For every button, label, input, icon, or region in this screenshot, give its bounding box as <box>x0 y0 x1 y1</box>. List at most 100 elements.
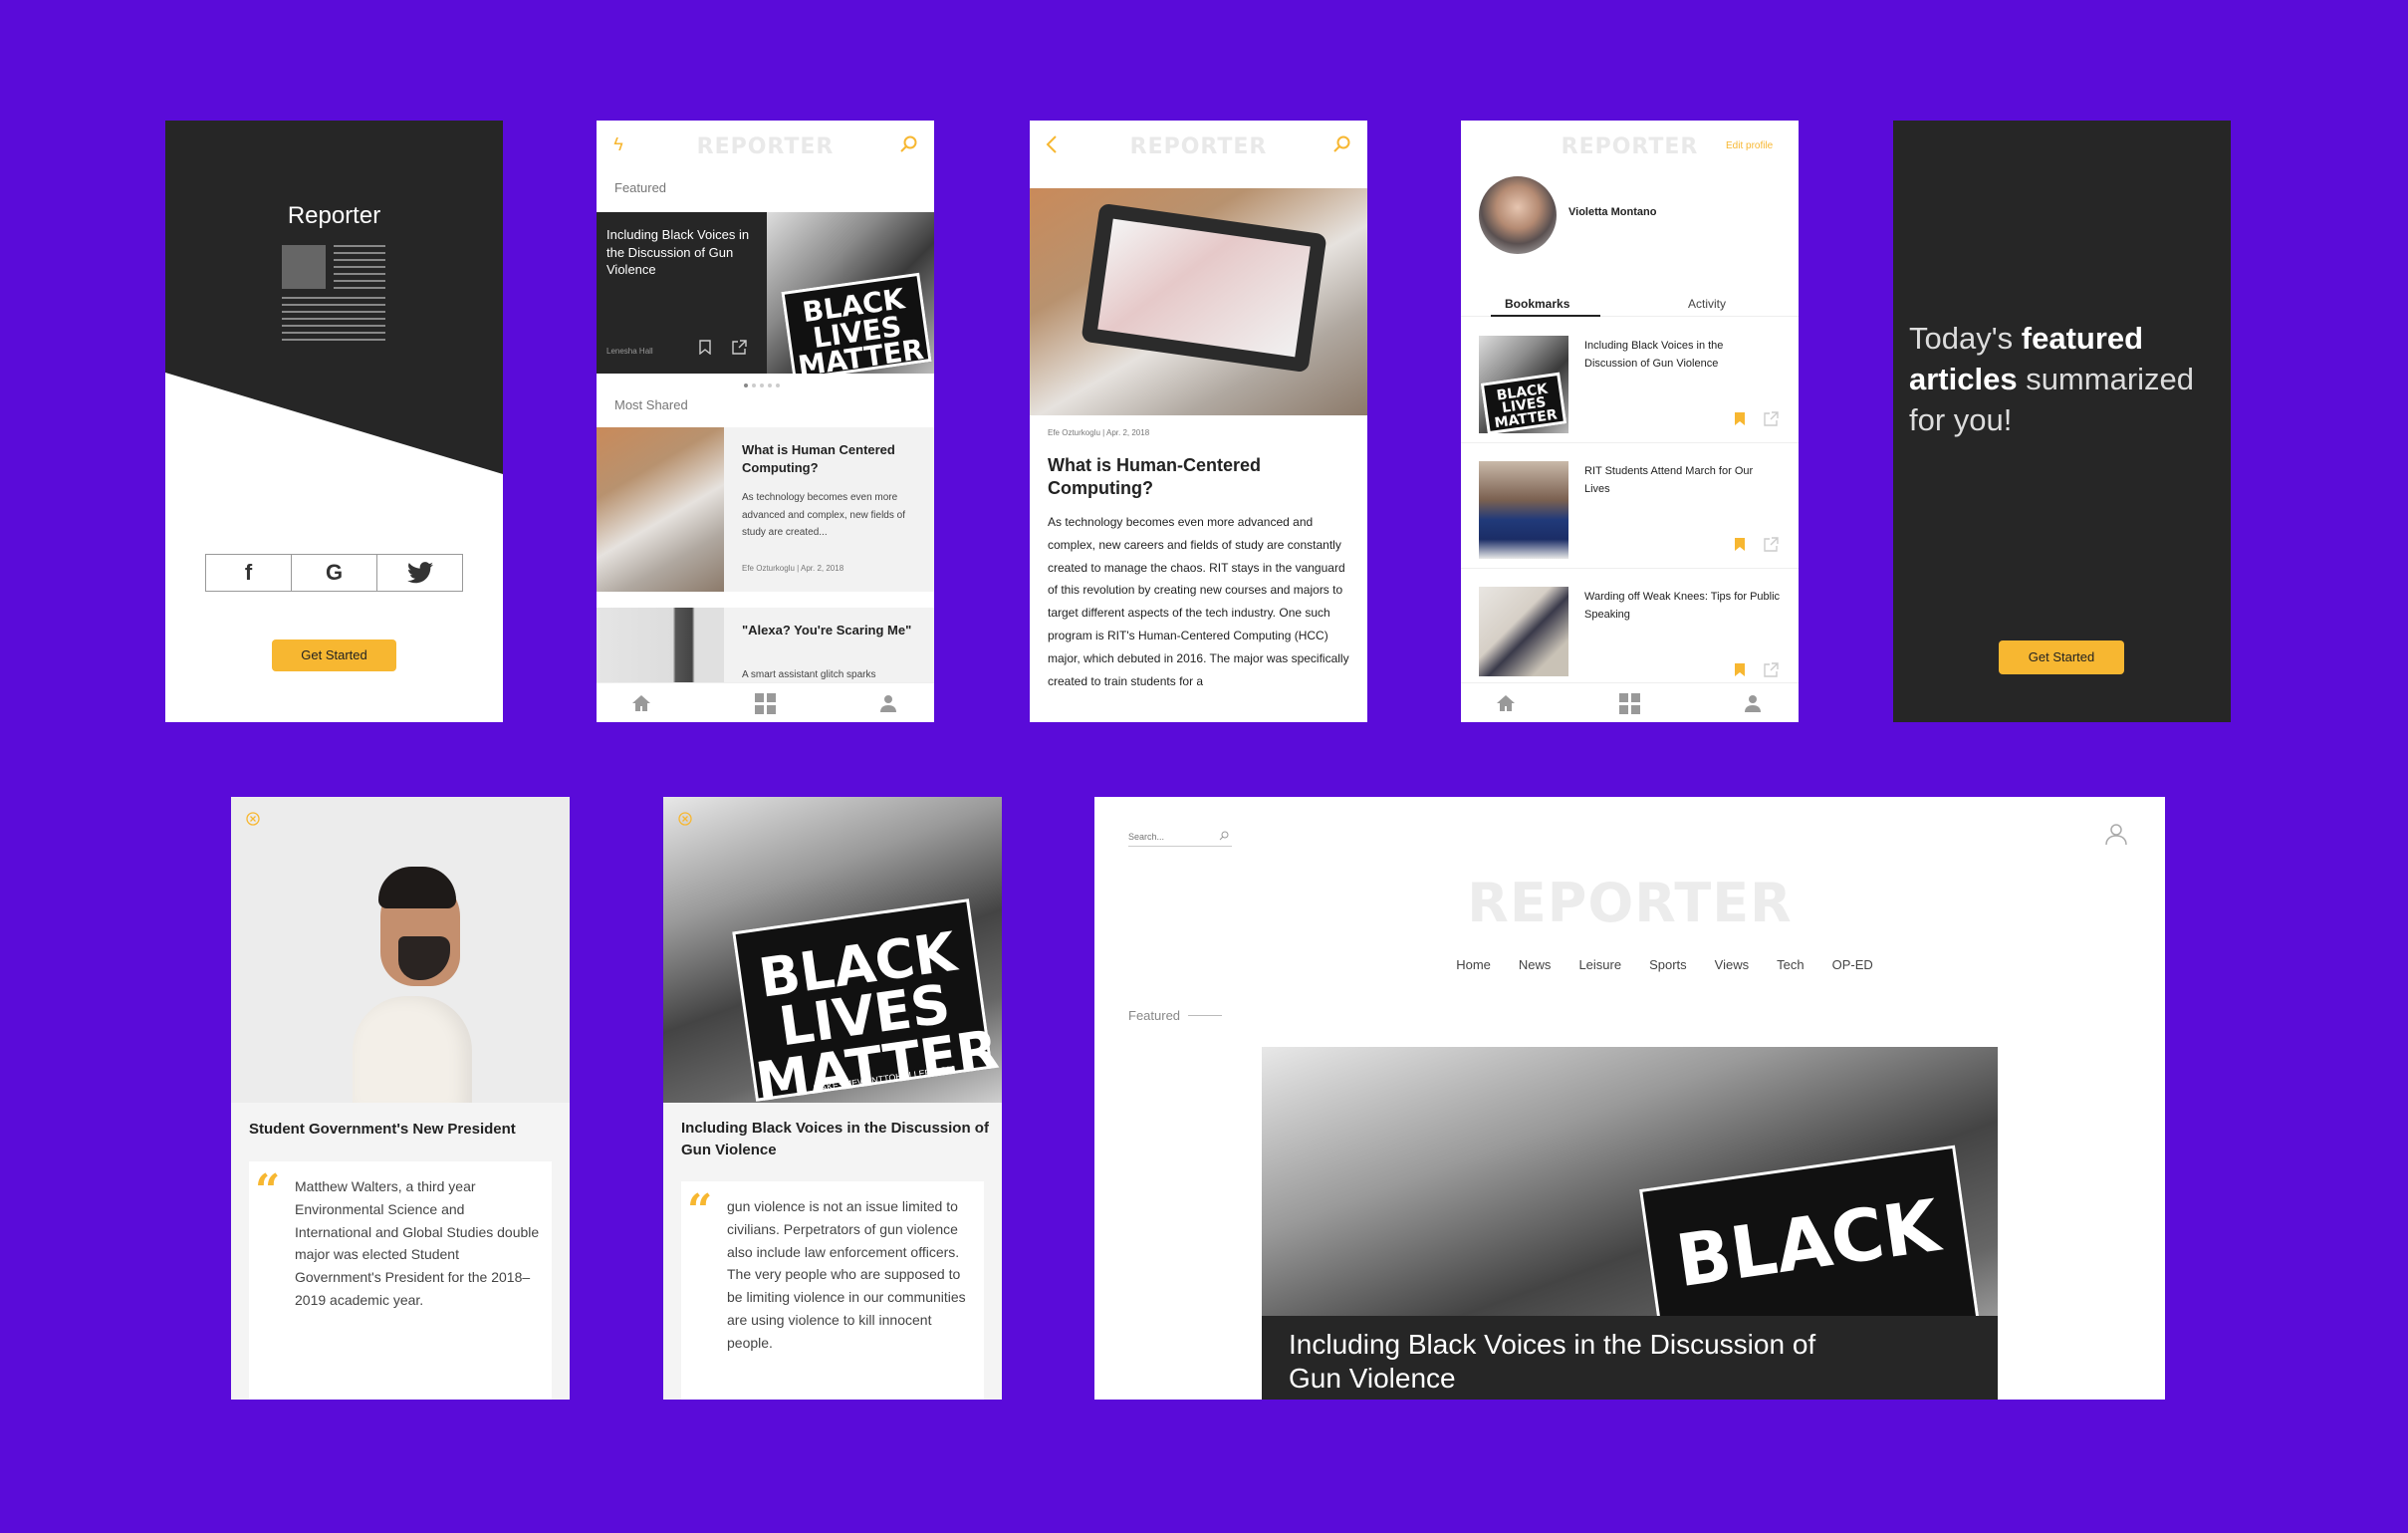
bookmark-filled-icon[interactable] <box>1732 409 1748 427</box>
screen-quote-president: Student Government's New President “ Mat… <box>231 797 570 1400</box>
app-logo: REPORTER <box>1467 872 1793 934</box>
screen-profile: REPORTER Edit profile Violetta Montano B… <box>1461 121 1799 722</box>
profile-icon[interactable] <box>1742 692 1764 714</box>
article-excerpt: A smart assistant glitch sparks <box>742 669 876 680</box>
quote-mark-icon: “ <box>255 1165 281 1216</box>
close-icon[interactable] <box>677 811 693 827</box>
quote-text: Matthew Walters, a third year Environmen… <box>295 1178 540 1309</box>
profile-name: Violetta Montano <box>1568 206 1657 218</box>
article-thumbnail <box>597 427 724 592</box>
headline-word: featured <box>2021 321 2144 356</box>
screen-article: REPORTER Efe Ozturkoglu | Apr. 2, 2018 W… <box>1030 121 1367 722</box>
portrait-image <box>231 797 570 1103</box>
grid-icon[interactable] <box>1618 692 1640 714</box>
bookmark-thumbnail <box>1479 461 1568 559</box>
screen-home-feed: ϟ REPORTER Featured Including Black Voic… <box>597 121 934 722</box>
search-icon[interactable] <box>1218 830 1230 842</box>
bookmark-icon[interactable] <box>696 338 714 356</box>
search-input[interactable] <box>1128 832 1212 842</box>
app-title: Reporter <box>287 202 381 229</box>
quote-mark-icon: “ <box>687 1185 713 1236</box>
featured-card-title: Including Black Voices in the Discussion… <box>606 227 750 278</box>
share-icon[interactable] <box>1762 535 1780 553</box>
article-title: "Alexa? You're Scaring Me" <box>742 623 912 638</box>
bookmark-thumbnail <box>1479 587 1568 676</box>
search-bar[interactable] <box>1128 827 1232 847</box>
featured-card-image: BLACK LIVES MATTER <box>767 212 934 374</box>
nav-item-op-ed[interactable]: OP-ED <box>1832 957 1873 972</box>
card-title: Student Government's New President <box>249 1121 516 1138</box>
google-login-button[interactable]: G <box>292 555 377 591</box>
bottom-tab-bar <box>1461 682 1799 722</box>
protest-sign: BLACK LIVES MATTER <box>781 272 932 374</box>
article-hero-image <box>1030 188 1367 415</box>
bookmark-thumbnail: BLACK LIVES MATTER <box>1479 336 1568 433</box>
share-icon[interactable] <box>730 338 748 356</box>
article-title: What is Human-Centered Computing? <box>1048 455 1262 499</box>
headline-word: summarized <box>2017 362 2195 397</box>
bookmark-list-item[interactable]: Warding off Weak Knees: Tips for Public … <box>1461 575 1799 684</box>
tab-indicator <box>1491 315 1600 317</box>
featured-label-rule <box>1188 1015 1223 1016</box>
search-icon[interactable] <box>899 134 919 154</box>
home-icon[interactable] <box>630 692 652 714</box>
bookmark-list-item[interactable]: BLACK LIVES MATTER Including Black Voice… <box>1461 326 1799 443</box>
social-login-group: f G <box>205 554 463 592</box>
bookmark-filled-icon[interactable] <box>1732 660 1748 678</box>
article-excerpt: As technology becomes even more advanced… <box>742 492 905 538</box>
edit-profile-link[interactable]: Edit profile <box>1726 140 1773 151</box>
twitter-icon <box>406 562 433 584</box>
app-logo: REPORTER <box>1129 134 1268 159</box>
featured-hero-image[interactable]: BLACK Including Black Voices in the Disc… <box>1262 1047 1998 1400</box>
bookmark-list-item[interactable]: RIT Students Attend March for Our Lives <box>1461 449 1799 569</box>
bookmark-filled-icon[interactable] <box>1732 535 1748 553</box>
screen-onboarding: Today's featured articles summarized for… <box>1893 121 2231 722</box>
bookmark-title: RIT Students Attend March for Our Lives <box>1584 465 1754 495</box>
share-icon[interactable] <box>1762 409 1780 427</box>
avatar <box>1479 176 1557 254</box>
profile-icon[interactable] <box>877 692 899 714</box>
get-started-button[interactable]: Get Started <box>272 639 396 671</box>
nav-item-home[interactable]: Home <box>1456 957 1491 972</box>
nav-item-tech[interactable]: Tech <box>1777 957 1804 972</box>
grid-icon[interactable] <box>754 692 776 714</box>
screen-desktop: REPORTER Home News Leisure Sports Views … <box>1094 797 2165 1400</box>
protest-image: BLACK LIVES MATTER MAKESMEWANTTOHOLLER.C… <box>663 797 1002 1103</box>
bookmark-title: Including Black Voices in the Discussion… <box>1584 340 1724 370</box>
onboarding-headline: Today's featured articles summarized for… <box>1909 318 2218 441</box>
tab-activity[interactable]: Activity <box>1688 297 1726 311</box>
nav-item-views[interactable]: Views <box>1715 957 1749 972</box>
nav-item-sports[interactable]: Sports <box>1649 957 1687 972</box>
article-meta: Efe Ozturkoglu | Apr. 2, 2018 <box>1048 428 1150 437</box>
twitter-login-button[interactable] <box>377 555 462 591</box>
quote-card: “ Matthew Walters, a third year Environm… <box>249 1161 552 1400</box>
google-icon: G <box>325 560 344 585</box>
facebook-icon: f <box>244 560 253 585</box>
featured-card[interactable]: Including Black Voices in the Discussion… <box>597 212 934 374</box>
get-started-button[interactable]: Get Started <box>1999 640 2124 674</box>
main-nav: Home News Leisure Sports Views Tech OP-E… <box>1094 957 2165 972</box>
carousel-dots[interactable] <box>744 383 780 387</box>
close-icon[interactable] <box>245 811 261 827</box>
home-icon[interactable] <box>1495 692 1517 714</box>
card-title: Including Black Voices in the Discussion… <box>681 1120 989 1158</box>
article-title: What is Human Centered Computing? <box>742 442 895 475</box>
nav-item-news[interactable]: News <box>1519 957 1552 972</box>
featured-card-author: Lenesha Hall <box>606 347 653 356</box>
article-body: As technology becomes even more advanced… <box>1048 515 1349 688</box>
nav-item-leisure[interactable]: Leisure <box>1578 957 1621 972</box>
search-icon[interactable] <box>1332 134 1352 154</box>
article-list-item[interactable]: What is Human Centered Computing? As tec… <box>597 427 934 592</box>
share-icon[interactable] <box>1762 660 1780 678</box>
tab-bookmarks[interactable]: Bookmarks <box>1505 297 1569 311</box>
article-meta: Efe Ozturkoglu | Apr. 2, 2018 <box>742 564 844 573</box>
headline-word: Today's <box>1909 321 2022 356</box>
bottom-tab-bar <box>597 682 934 722</box>
headline-word: for you! <box>1909 402 2013 438</box>
hero-title: Including Black Voices in the Discussion… <box>1289 1329 1816 1394</box>
most-shared-section-label: Most Shared <box>614 397 688 412</box>
user-account-icon[interactable] <box>2103 821 2129 847</box>
featured-label-text: Featured <box>1128 1008 1181 1023</box>
quote-card: “ gun violence is not an issue limited t… <box>681 1181 984 1400</box>
facebook-login-button[interactable]: f <box>206 555 292 591</box>
